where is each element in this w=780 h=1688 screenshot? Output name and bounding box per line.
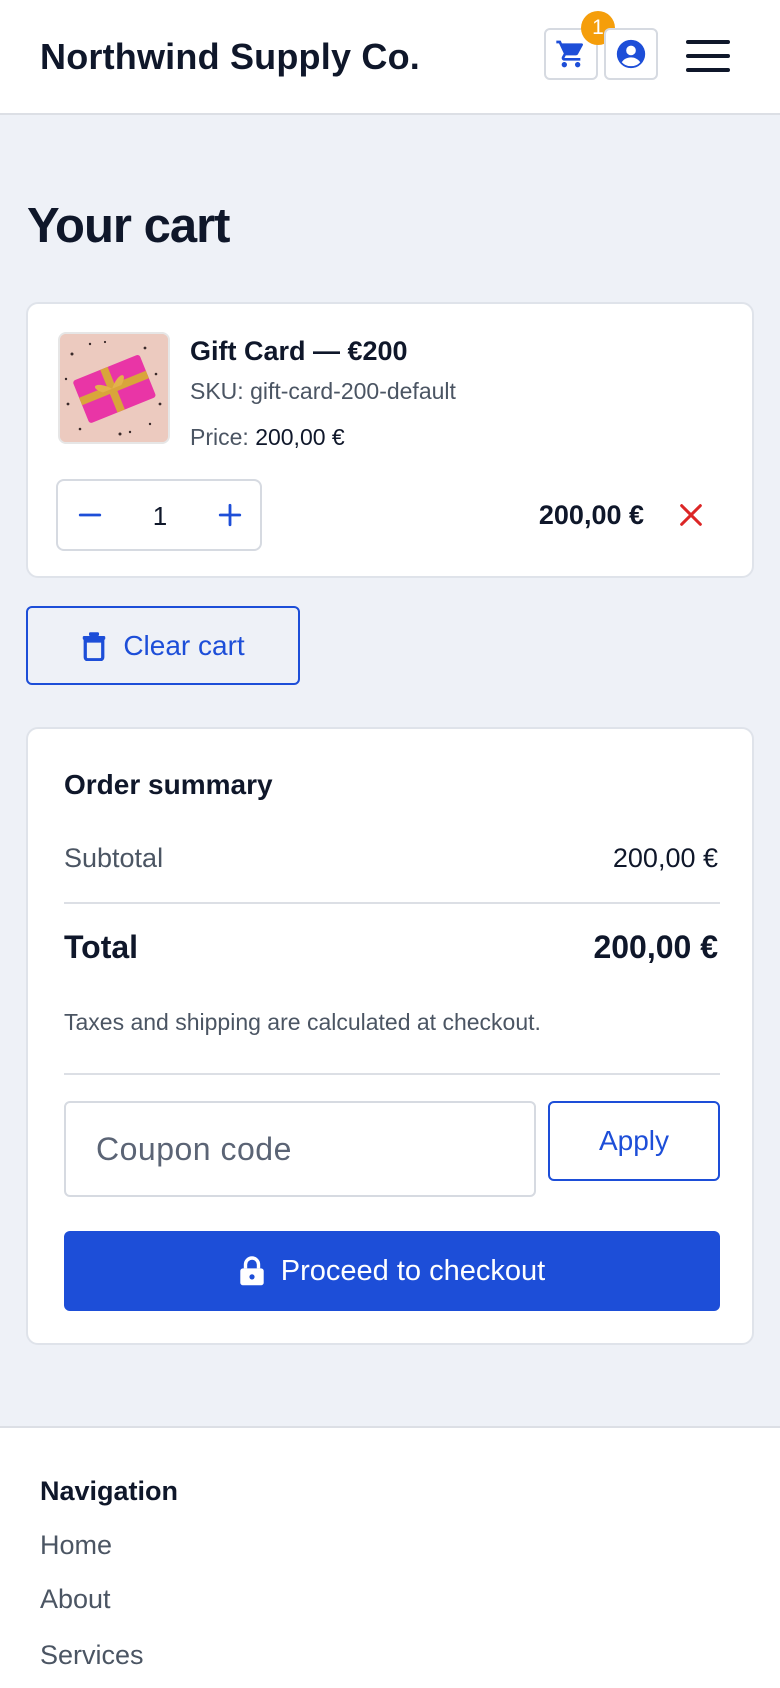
quantity-stepper: 1 (56, 479, 262, 551)
subtotal-label: Subtotal (64, 843, 164, 873)
coupon-input[interactable] (64, 1101, 536, 1197)
hamburger-menu-icon[interactable] (686, 40, 730, 72)
footer-link-home[interactable]: Home (40, 1530, 112, 1561)
quantity-value[interactable]: 1 (118, 501, 202, 532)
site-footer: Navigation Home About Services (0, 1426, 780, 1688)
account-icon (616, 39, 646, 69)
total-label: Total (64, 929, 139, 965)
decrease-quantity-button[interactable] (66, 493, 114, 537)
order-summary-title: Order summary (64, 769, 273, 800)
increase-quantity-button[interactable] (206, 493, 254, 537)
close-icon (680, 504, 702, 526)
footer-link-about[interactable]: About (40, 1584, 111, 1615)
product-price: Price: 200,00 € (190, 424, 345, 451)
product-name[interactable]: Gift Card — €200 (190, 336, 408, 367)
footer-nav-title: Navigation (40, 1476, 179, 1506)
page-title: Your cart (27, 199, 230, 253)
subtotal-value: 200,00 € (612, 843, 718, 873)
tax-note: Taxes and shipping are calculated at che… (64, 1009, 541, 1035)
summary-divider (64, 1073, 720, 1075)
trash-icon (83, 631, 106, 661)
account-button[interactable] (604, 28, 658, 80)
checkout-label: Proceed to checkout (280, 1254, 546, 1287)
order-summary-card: Order summary Subtotal 200,00 € Total 20… (26, 727, 754, 1345)
plus-icon (218, 503, 242, 527)
product-sku: SKU: gift-card-200-default (190, 378, 456, 404)
price-value: 200,00 € (255, 424, 345, 450)
clear-cart-label: Clear cart (123, 629, 245, 661)
price-label: Price: (190, 424, 249, 450)
total-value: 200,00 € (593, 929, 718, 965)
lock-icon (240, 1256, 264, 1286)
brand-logo[interactable]: Northwind Supply Co. (40, 36, 420, 78)
summary-divider (64, 902, 720, 904)
apply-coupon-button[interactable]: Apply (548, 1101, 720, 1181)
line-total: 200,00 € (538, 500, 644, 530)
remove-item-button[interactable] (674, 498, 708, 532)
site-header: Northwind Supply Co. 1 (0, 0, 780, 115)
cart-icon (556, 40, 584, 68)
gift-card-image (60, 334, 168, 442)
clear-cart-button[interactable]: Clear cart (26, 606, 300, 685)
checkout-button[interactable]: Proceed to checkout (64, 1231, 720, 1311)
product-thumbnail[interactable] (58, 332, 170, 444)
minus-icon (78, 513, 102, 517)
cart-item-card: Gift Card — €200 SKU: gift-card-200-defa… (26, 302, 754, 578)
footer-link-services[interactable]: Services (40, 1640, 144, 1671)
